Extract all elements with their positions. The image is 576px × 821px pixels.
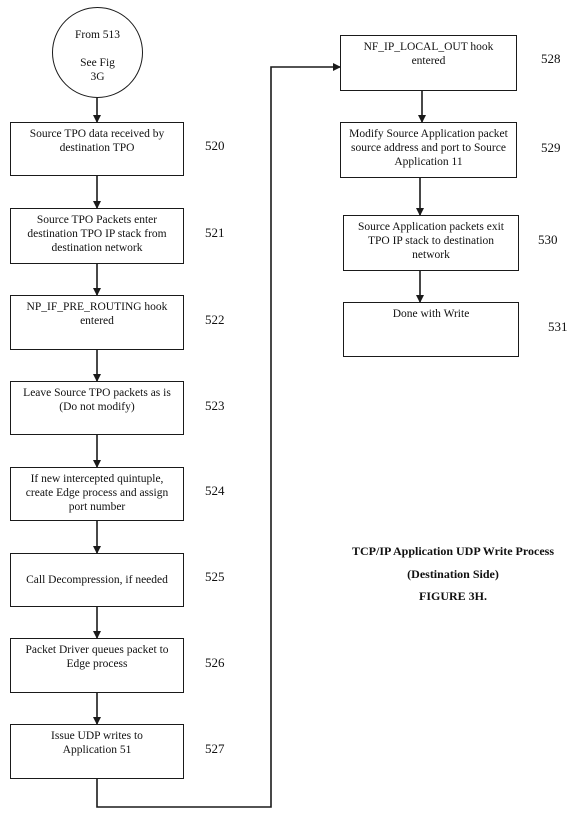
step-ref-520: 520 — [205, 138, 225, 153]
figure-label: FIGURE 3H. — [418, 589, 487, 603]
step-box-525: Call Decompression, if needed — [10, 553, 184, 607]
step-ref-522: 522 — [205, 312, 225, 327]
arrow-527-to-528 — [96, 63, 341, 808]
step-box-531: Done with Write — [343, 302, 519, 357]
step-text: Source TPO Packets enter destination TPO… — [27, 214, 167, 254]
step-text: NF_IP_LOCAL_OUT hook entered — [363, 41, 494, 67]
step-text: Packet Driver queues packet to Edge proc… — [25, 644, 169, 670]
step-ref-527: 527 — [205, 741, 225, 756]
step-text: Leave Source TPO packets as is (Do not m… — [23, 387, 171, 413]
step-ref-524: 524 — [205, 483, 225, 498]
step-ref-529: 529 — [541, 140, 561, 155]
step-text: If new intercepted quintuple, create Edg… — [25, 473, 169, 513]
step-ref-528: 528 — [541, 51, 561, 66]
figure-title: TCP/IP Application UDP Write Process — [351, 544, 554, 558]
step-text: NP_IF_PRE_ROUTING hook entered — [26, 301, 168, 327]
step-box-528: NF_IP_LOCAL_OUT hook entered — [340, 35, 517, 91]
step-box-529: Modify Source Application packet source … — [340, 122, 517, 178]
step-text: Call Decompression, if needed — [26, 574, 168, 586]
step-ref-531: 531 — [548, 319, 568, 334]
start-connector-circle: From 513 See Fig 3G — [52, 7, 143, 98]
step-text: Source TPO data received by destination … — [29, 128, 165, 154]
step-ref-523: 523 — [205, 398, 225, 413]
step-box-526: Packet Driver queues packet to Edge proc… — [10, 638, 184, 693]
step-ref-521: 521 — [205, 225, 225, 240]
step-ref-525: 525 — [205, 569, 225, 584]
step-box-527: Issue UDP writes to Application 51 — [10, 724, 184, 779]
step-box-520: Source TPO data received by destination … — [10, 122, 184, 176]
step-box-522: NP_IF_PRE_ROUTING hook entered — [10, 295, 184, 350]
step-text: Modify Source Application packet source … — [349, 128, 508, 168]
step-box-521: Source TPO Packets enter destination TPO… — [10, 208, 184, 264]
figure-subtitle: (Destination Side) — [407, 567, 499, 581]
start-from-label: From 513 — [74, 29, 121, 41]
step-text: Source Application packets exit TPO IP s… — [358, 221, 504, 261]
step-text: Issue UDP writes to Application 51 — [51, 730, 143, 756]
start-fig-ref-label: 3G — [90, 71, 105, 83]
start-see-fig-label: See Fig — [80, 57, 115, 69]
step-text: Done with Write — [392, 308, 470, 320]
step-box-530: Source Application packets exit TPO IP s… — [343, 215, 519, 271]
step-box-524: If new intercepted quintuple, create Edg… — [10, 467, 184, 521]
step-ref-526: 526 — [205, 655, 225, 670]
step-ref-530: 530 — [538, 232, 558, 247]
step-box-523: Leave Source TPO packets as is (Do not m… — [10, 381, 184, 435]
flowchart: From 513 See Fig 3G Source TPO data rece… — [0, 0, 576, 821]
